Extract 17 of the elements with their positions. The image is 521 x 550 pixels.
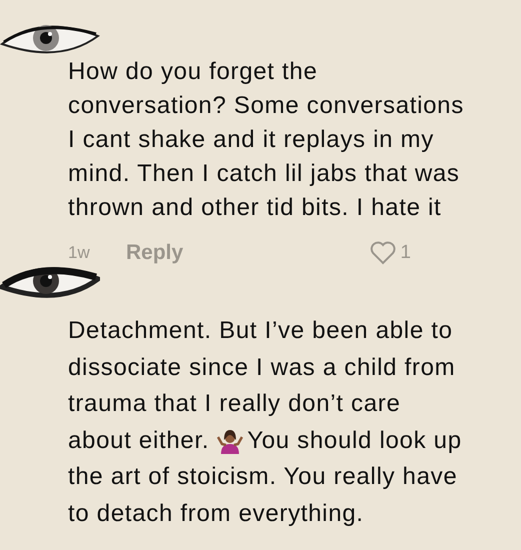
comment-text: mind. Then I catch lil jabs that was bbox=[68, 159, 460, 189]
comment-text: to detach from everything. bbox=[68, 498, 364, 528]
comment-text: conversation? Some conversations bbox=[68, 91, 464, 121]
comment-text: thrown and other tid bits. I hate it bbox=[68, 193, 442, 223]
like-count: 1 bbox=[400, 242, 411, 264]
shrugging-person-icon bbox=[217, 428, 244, 454]
comment-text: How do you forget the bbox=[68, 57, 318, 87]
heart-icon[interactable] bbox=[370, 241, 396, 265]
comment-text: about either. bbox=[68, 426, 210, 456]
comment-text: trauma that I really don’t care bbox=[68, 389, 401, 419]
comment-text: the art of stoicism. You really have bbox=[68, 462, 458, 492]
comment-time: 1w bbox=[68, 243, 91, 263]
comment-text: Detachment. But I’ve been able to bbox=[68, 316, 453, 346]
comment-text: dissociate since I was a child from bbox=[68, 352, 456, 382]
comment-text: You should look up bbox=[247, 426, 462, 456]
comment-text: I cant shake and it replays in my bbox=[68, 125, 434, 155]
reply-button[interactable]: Reply bbox=[126, 241, 184, 265]
